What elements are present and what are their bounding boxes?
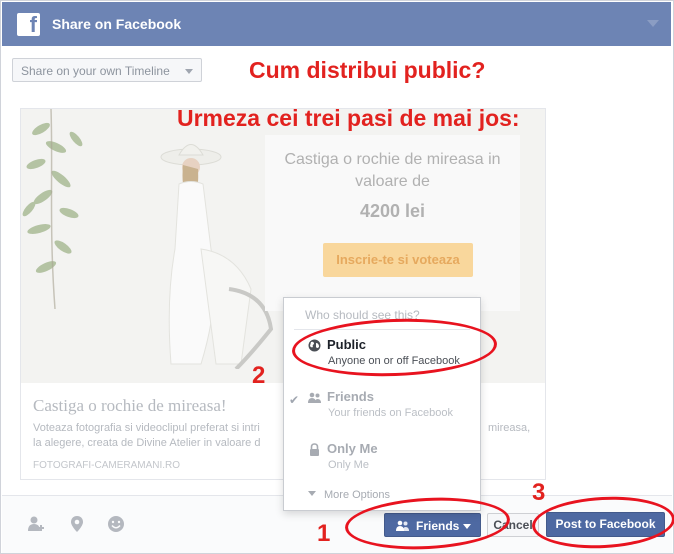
audience-option-only-me[interactable]: Only Me Only Me	[284, 436, 480, 484]
ad-banner: Castiga o rochie de mireasa in valoare d…	[265, 135, 520, 311]
ad-price: 4200 lei	[359, 201, 426, 221]
facebook-logo-letter: f	[29, 12, 37, 37]
audience-option-friends[interactable]: ✔ Friends Your friends on Facebook	[284, 384, 480, 432]
bride-model-illustration	[160, 144, 274, 369]
audience-button[interactable]: Friends	[384, 513, 481, 537]
preview-desc-tail: mireasa,	[488, 422, 531, 434]
audience-option-name: Friends	[327, 389, 374, 404]
preview-domain: FOTOGRAFI-CAMERAMANI.RO	[33, 460, 181, 471]
audience-option-desc: Your friends on Facebook	[328, 407, 453, 419]
share-destination-label: Share on your own Timeline	[21, 64, 170, 78]
cancel-button[interactable]: Cancel	[487, 513, 539, 537]
checkmark-icon: ✔	[289, 393, 300, 407]
triangle-down-icon	[308, 491, 316, 496]
feeling-icon[interactable]	[107, 515, 125, 533]
step-number-1: 1	[317, 520, 331, 547]
audience-option-desc: Only Me	[328, 459, 369, 471]
step-number-3: 3	[532, 479, 546, 506]
step-number-2: 2	[252, 362, 266, 389]
audience-option-desc: Anyone on or off Facebook	[328, 355, 460, 367]
dialog-title: Share on Facebook	[52, 16, 182, 32]
globe-icon	[308, 339, 321, 352]
post-to-facebook-button[interactable]: Post to Facebook	[546, 512, 665, 537]
audience-option-name: Only Me	[327, 441, 378, 456]
location-icon[interactable]	[68, 515, 86, 533]
annotation-subtitle: Urmeza cei trei pasi de mai jos:	[177, 105, 520, 131]
audience-menu-heading: Who should see this?	[305, 308, 420, 322]
friends-icon	[396, 520, 409, 531]
audience-option-name: Public	[327, 337, 367, 352]
caret-down-icon	[463, 524, 471, 529]
dialog-header: f Share on Facebook	[2, 2, 671, 46]
friends-icon	[308, 392, 321, 403]
more-options-label: More Options	[324, 489, 391, 501]
facebook-logo-icon: f	[17, 12, 40, 37]
more-options-link[interactable]: More Options	[308, 489, 390, 501]
audience-dropdown-menu: Who should see this? Public Anyone on or…	[283, 297, 481, 511]
audience-option-public[interactable]: Public Anyone on or off Facebook	[284, 332, 480, 380]
chevron-down-icon[interactable]	[647, 20, 659, 27]
share-dialog: f Share on Facebook Share on your own Ti…	[0, 0, 674, 554]
preview-link-title: Castiga o rochie de mireasa!	[33, 396, 227, 415]
audience-button-label: Friends	[416, 519, 460, 533]
ad-cta-button: Inscrie-te si voteaza	[323, 243, 473, 277]
olive-plant-illustration	[22, 109, 83, 309]
caret-down-icon	[185, 69, 193, 74]
ad-title: Castiga o rochie de mireasa in valoare d…	[284, 151, 501, 190]
lock-icon	[310, 443, 319, 456]
tag-people-icon[interactable]	[27, 515, 45, 533]
audience-menu-divider	[294, 329, 470, 330]
annotation-title: Cum distribui public?	[249, 57, 486, 83]
share-destination-select[interactable]: Share on your own Timeline	[12, 58, 202, 82]
